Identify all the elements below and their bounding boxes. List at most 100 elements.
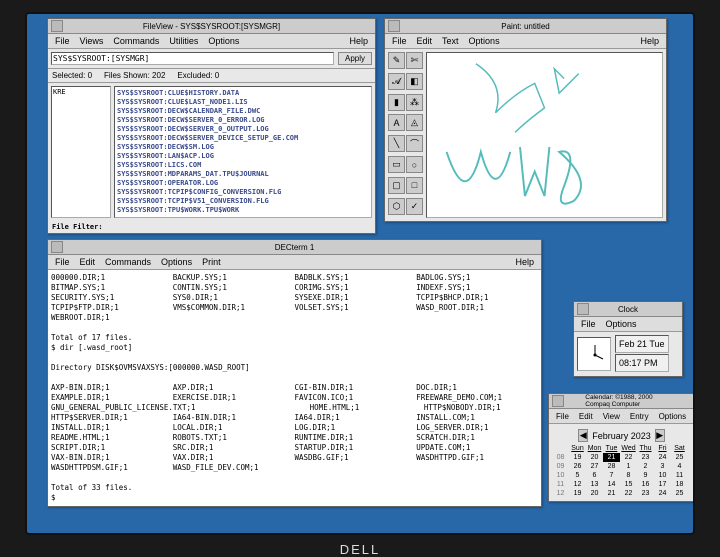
list-item[interactable]: SYS$SYSROOT:DECW$SERVER_0_OUTPUT.LOG [117,125,369,134]
day-cell[interactable]: 15 [620,480,637,489]
list-item[interactable]: SYS$SYSROOT:DECW$CALENDAR_FILE.DWC [117,107,369,116]
menu-edit[interactable]: Edit [412,36,438,46]
day-cell[interactable]: 28 [603,462,620,471]
file-list[interactable]: SYS$SYSROOT:CLUE$HISTORY.DATA SYS$SYSROOT… [114,86,372,218]
menu-commands[interactable]: Commands [108,36,164,46]
fill-tool-icon[interactable]: ▮ [388,94,405,111]
menu-view[interactable]: View [598,412,625,421]
menu-options[interactable]: Options [203,36,244,46]
day-cell[interactable]: 25 [671,453,688,462]
eraser-tool-icon[interactable]: ◧ [406,73,423,90]
menu-file[interactable]: File [50,257,75,267]
menu-utilities[interactable]: Utilities [164,36,203,46]
day-cell[interactable]: 18 [671,480,688,489]
day-cell[interactable]: 21 [603,453,620,462]
day-cell[interactable]: 11 [671,471,688,480]
menu-options[interactable]: Options [464,36,505,46]
day-cell[interactable]: 3 [654,462,671,471]
polyline-tool-icon[interactable]: ✓ [406,198,423,215]
fileview-titlebar[interactable]: FileView - SYS$SYSROOT:[SYSMGR] [48,19,375,34]
day-cell[interactable]: 25 [671,489,688,498]
arc-tool-icon[interactable]: ⌒ [406,135,423,152]
day-cell[interactable]: 13 [586,480,603,489]
roundrect-tool-icon[interactable]: ▢ [388,177,405,194]
freeselect-tool-icon[interactable]: ⬡ [388,198,405,215]
sysmenu-icon[interactable] [552,395,564,407]
day-cell[interactable]: 22 [620,453,637,462]
menu-options[interactable]: Options [654,412,692,421]
folder-tree[interactable]: KRE [51,86,111,218]
list-item[interactable]: SYS$SYSROOT:CLUE$HISTORY.DATA [117,89,369,98]
menu-edit[interactable]: Edit [75,257,101,267]
day-cell[interactable]: 21 [603,489,620,498]
day-cell[interactable]: 1 [620,462,637,471]
day-cell[interactable]: 20 [586,489,603,498]
dropper-tool-icon[interactable]: ◬ [406,114,423,131]
menu-help[interactable]: Help [510,257,539,267]
rect-tool-icon[interactable]: ▭ [388,156,405,173]
paint-titlebar[interactable]: Paint: untitled [385,19,666,34]
day-cell[interactable]: 19 [569,453,586,462]
text-tool-icon[interactable]: A [388,114,405,131]
select-tool-icon[interactable]: □ [406,177,423,194]
day-cell[interactable]: 2 [637,462,654,471]
day-cell[interactable]: 12 [569,480,586,489]
menu-commands[interactable]: Commands [100,257,156,267]
sysmenu-icon[interactable] [577,303,589,315]
day-cell[interactable]: 19 [569,489,586,498]
line-tool-icon[interactable]: ╲ [388,135,405,152]
day-cell[interactable]: 22 [620,489,637,498]
menu-print[interactable]: Print [197,257,226,267]
day-cell[interactable]: 17 [654,480,671,489]
list-item[interactable]: SYS$SYSROOT:DECW$SM.LOG [117,143,369,152]
calendar-titlebar[interactable]: Calendar: ©1988, 2000 Compaq Computer [549,394,694,409]
menu-entry[interactable]: Entry [625,412,654,421]
menu-text[interactable]: Text [437,36,464,46]
menu-help[interactable]: Help [691,412,695,421]
list-item[interactable]: SYS$SYSROOT:OPERATOR.LOG [117,179,369,188]
menu-help[interactable]: Help [344,36,373,46]
apply-button[interactable]: Apply [338,52,372,65]
menu-views[interactable]: Views [75,36,109,46]
spray-tool-icon[interactable]: ⁂ [406,94,423,111]
menu-options[interactable]: Options [156,257,197,267]
list-item[interactable]: SYS$SYSROOT:LAN$ACP.LOG [117,152,369,161]
path-input[interactable] [51,52,334,65]
menu-file[interactable]: File [551,412,574,421]
list-item[interactable]: SYS$SYSROOT:MDPARAMS_DAT.TPU$JOURNAL [117,170,369,179]
day-cell[interactable]: 14 [603,480,620,489]
paint-canvas[interactable] [426,52,663,218]
list-item[interactable]: SYS$SYSROOT:TCPIP$V51_CONVERSION.FLG [117,197,369,206]
day-cell[interactable]: 23 [637,489,654,498]
sysmenu-icon[interactable] [388,20,400,32]
next-month-button[interactable]: ▶ [655,429,665,442]
list-item[interactable]: SYS$SYSROOT:DECW$SERVER_DEVICE_SETUP_GE.… [117,134,369,143]
scissors-tool-icon[interactable]: ✄ [406,52,423,69]
menu-edit[interactable]: Edit [574,412,598,421]
day-cell[interactable]: 24 [654,489,671,498]
day-cell[interactable]: 5 [569,471,586,480]
sysmenu-icon[interactable] [51,20,63,32]
menu-options[interactable]: Options [601,319,642,329]
clock-titlebar[interactable]: Clock [574,302,682,317]
day-cell[interactable]: 23 [637,453,654,462]
oval-tool-icon[interactable]: ○ [406,156,423,173]
list-item[interactable]: SYS$SYSROOT:DECW$SERVER_0_ERROR.LOG [117,116,369,125]
day-cell[interactable]: 7 [603,471,620,480]
menu-help[interactable]: Help [635,36,664,46]
day-cell[interactable]: 16 [637,480,654,489]
sysmenu-icon[interactable] [51,241,63,253]
day-cell[interactable]: 8 [620,471,637,480]
terminal-titlebar[interactable]: DECterm 1 [48,240,541,255]
prev-month-button[interactable]: ◀ [578,429,588,442]
terminal-output[interactable]: 000000.DIR;1BACKUP.SYS;1BADBLK.SYS;1BADL… [48,270,541,506]
day-cell[interactable]: 9 [637,471,654,480]
day-cell[interactable]: 26 [569,462,586,471]
day-cell[interactable]: 10 [654,471,671,480]
menu-file[interactable]: File [387,36,412,46]
day-cell[interactable]: 24 [654,453,671,462]
day-cell[interactable]: 4 [671,462,688,471]
list-item[interactable]: SYS$SYSROOT:TCPIP$CONFIG_CONVERSION.FLG [117,188,369,197]
list-item[interactable]: SYS$SYSROOT:LICS.COM [117,161,369,170]
paintbrush-tool-icon[interactable]: 𝓐 [388,73,405,90]
